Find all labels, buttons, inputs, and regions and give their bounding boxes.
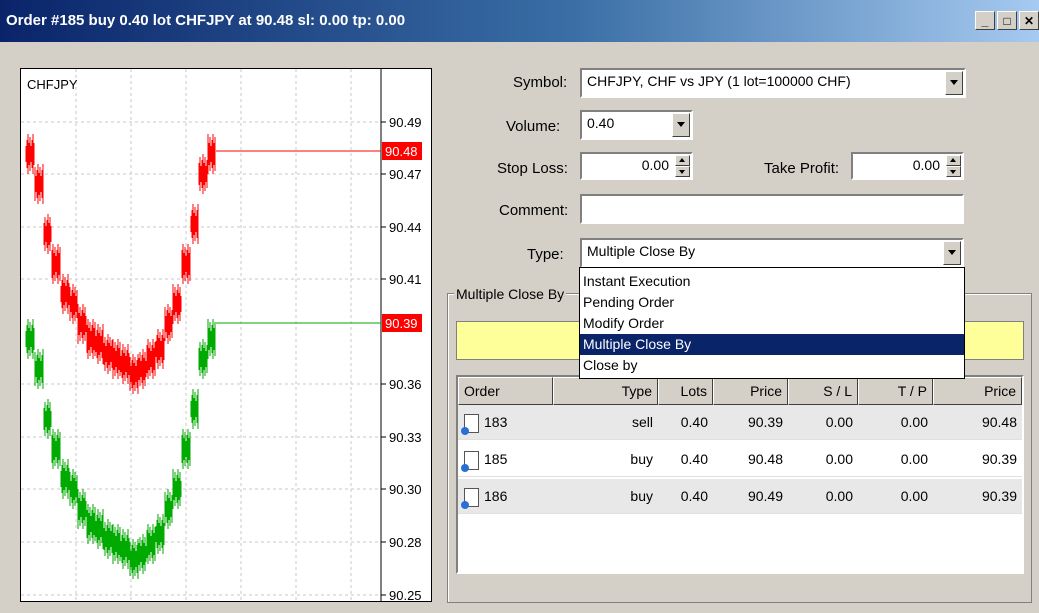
col-header-type[interactable]: Type: [553, 377, 658, 405]
orders-table: Order Type Lots Price S / L T / P Price …: [456, 375, 1024, 574]
table-row[interactable]: 185 buy 0.40 90.48 0.00 0.00 90.39: [458, 442, 1022, 477]
take-profit-spinner[interactable]: [946, 155, 961, 177]
chevron-down-icon[interactable]: [943, 241, 961, 265]
take-profit-value: 0.00: [912, 157, 940, 173]
chart-canvas: CHFJPY 90.49 90.47 90.44 90.41 90.36 90.33 90.3…: [21, 69, 422, 601]
volume-value: 0.40: [587, 115, 615, 131]
order-document-icon: [461, 487, 479, 509]
stop-loss-value: 0.00: [641, 157, 669, 173]
cell-lots: 0.40: [680, 488, 708, 504]
price-tick-label: 90.33: [389, 430, 422, 445]
price-tick-label: 90.30: [389, 482, 422, 497]
price-tick-label: 90.36: [389, 377, 422, 392]
spin-up-icon[interactable]: [946, 155, 961, 166]
type-label: Type:: [527, 246, 564, 263]
cell-sl: 0.00: [825, 488, 853, 504]
ask-price-bars: [25, 134, 216, 394]
minimize-button[interactable]: _: [975, 11, 995, 30]
cell-price: 90.39: [747, 414, 783, 430]
type-value: Multiple Close By: [587, 243, 696, 259]
table-row[interactable]: 183 sell 0.40 90.39 0.00 0.00 90.48: [458, 405, 1022, 440]
comment-label: Comment:: [499, 202, 569, 219]
cell-lots: 0.40: [680, 414, 708, 430]
spin-down-icon[interactable]: [946, 166, 961, 177]
order-type-dot-icon: [461, 463, 469, 472]
comment-input[interactable]: [580, 194, 964, 224]
dropdown-option-multiple-close-by[interactable]: Multiple Close By: [580, 334, 964, 355]
price-chart: CHFJPY 90.49 90.47 90.44 90.41 90.36 90.33 90.3…: [20, 68, 432, 602]
cell-close-price: 90.39: [981, 488, 1017, 504]
ask-price-tag-label: 90.48: [385, 144, 418, 159]
col-header-sl[interactable]: S / L: [788, 377, 858, 405]
window-controls: _ □ ✕: [975, 11, 1039, 30]
symbol-value: CHFJPY, CHF vs JPY (1 lot=100000 CHF): [587, 73, 851, 89]
cell-type: buy: [630, 488, 653, 504]
price-tick-label: 90.28: [389, 535, 422, 550]
col-header-lots[interactable]: Lots: [658, 377, 713, 405]
stop-loss-field[interactable]: 0.00: [580, 152, 693, 180]
col-header-close-price[interactable]: Price: [933, 377, 1022, 405]
dropdown-option-instant-execution[interactable]: Instant Execution: [580, 271, 964, 292]
cell-tp: 0.00: [900, 414, 928, 430]
col-header-tp[interactable]: T / P: [858, 377, 933, 405]
stop-loss-label: Stop Loss:: [497, 160, 568, 177]
type-select[interactable]: Multiple Close By: [580, 238, 964, 268]
chevron-down-icon[interactable]: [945, 71, 963, 95]
cell-type: sell: [631, 414, 653, 430]
symbol-select[interactable]: CHFJPY, CHF vs JPY (1 lot=100000 CHF): [580, 68, 966, 98]
cell-close-price: 90.48: [981, 414, 1017, 430]
chevron-down-icon[interactable]: [672, 113, 690, 137]
table-header: Order Type Lots Price S / L T / P Price: [458, 377, 1022, 405]
take-profit-label: Take Profit:: [764, 160, 840, 177]
type-dropdown-list: Instant Execution Pending Order Modify O…: [579, 267, 965, 379]
cell-order: 186: [458, 479, 553, 513]
dropdown-option-pending-order[interactable]: Pending Order: [580, 292, 964, 313]
cell-type: buy: [630, 451, 653, 467]
symbol-label: Symbol:: [513, 74, 568, 91]
price-tick-label: 90.44: [389, 220, 422, 235]
cell-close-price: 90.39: [981, 451, 1017, 467]
spin-up-icon[interactable]: [675, 155, 690, 166]
take-profit-field[interactable]: 0.00: [851, 152, 964, 180]
cell-sl: 0.00: [825, 414, 853, 430]
bid-price-tag-label: 90.39: [385, 316, 418, 331]
chart-symbol-label: CHFJPY: [27, 77, 78, 92]
order-type-dot-icon: [461, 500, 469, 509]
dropdown-option-modify-order[interactable]: Modify Order: [580, 313, 964, 334]
price-tick-label: 90.25: [389, 588, 422, 601]
cell-order: 183: [458, 405, 553, 439]
price-tick-label: 90.41: [389, 272, 422, 287]
cell-price: 90.49: [747, 488, 783, 504]
maximize-button[interactable]: □: [997, 11, 1017, 30]
cell-sl: 0.00: [825, 451, 853, 467]
order-number: 186: [484, 488, 508, 504]
price-tick-label: 90.49: [389, 115, 422, 130]
cell-price: 90.48: [747, 451, 783, 467]
window-title: Order #185 buy 0.40 lot CHFJPY at 90.48 …: [6, 12, 406, 29]
volume-select[interactable]: 0.40: [580, 110, 693, 140]
cell-tp: 0.00: [900, 451, 928, 467]
col-header-order[interactable]: Order: [458, 377, 553, 405]
order-document-icon: [461, 450, 479, 472]
order-number: 183: [484, 414, 508, 430]
close-button[interactable]: ✕: [1019, 11, 1039, 30]
volume-label: Volume:: [506, 118, 561, 135]
table-row[interactable]: 186 buy 0.40 90.49 0.00 0.00 90.39: [458, 479, 1022, 514]
cell-tp: 0.00: [900, 488, 928, 504]
order-type-dot-icon: [461, 426, 469, 435]
cell-lots: 0.40: [680, 451, 708, 467]
title-bar: Order #185 buy 0.40 lot CHFJPY at 90.48 …: [0, 0, 1039, 42]
order-number: 185: [484, 451, 508, 467]
cell-order: 185: [458, 442, 553, 476]
col-header-price[interactable]: Price: [713, 377, 788, 405]
price-tick-label: 90.47: [389, 167, 422, 182]
group-title: Multiple Close By: [454, 286, 567, 302]
dropdown-option-close-by[interactable]: Close by: [580, 355, 964, 376]
order-document-icon: [461, 413, 479, 435]
stop-loss-spinner[interactable]: [675, 155, 690, 177]
spin-down-icon[interactable]: [675, 166, 690, 177]
